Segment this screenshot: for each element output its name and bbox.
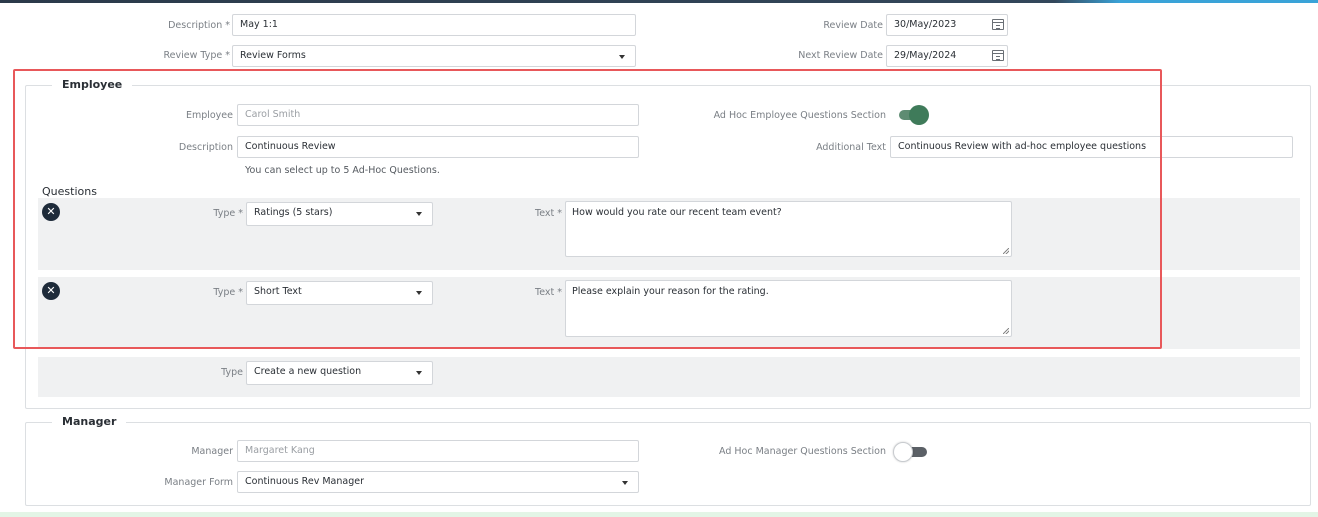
- calendar-icon[interactable]: [992, 19, 1004, 30]
- bottom-status-bar: [0, 512, 1318, 517]
- adhoc-manager-label: Ad Hoc Manager Questions Section: [719, 446, 886, 457]
- manager-legend: Manager: [52, 415, 127, 428]
- highlight-box: [13, 69, 1162, 349]
- new-question-type-label: Type: [221, 367, 243, 378]
- adhoc-manager-toggle[interactable]: [893, 442, 927, 462]
- next-review-date-value: 29/May/2024: [894, 50, 957, 61]
- review-date-input[interactable]: 30/May/2023: [886, 14, 1008, 36]
- review-date-label: Review Date: [823, 20, 883, 31]
- manager-input: Margaret Kang: [237, 440, 639, 462]
- calendar-icon[interactable]: [992, 50, 1004, 61]
- review-date-value: 30/May/2023: [894, 19, 957, 30]
- top-accent-bar: [0, 0, 1318, 3]
- next-review-date-input[interactable]: 29/May/2024: [886, 45, 1008, 67]
- description-input[interactable]: May 1:1: [232, 14, 636, 36]
- manager-form-label: Manager Form: [164, 477, 233, 488]
- manager-fieldset: [25, 422, 1311, 506]
- review-type-label: Review Type *: [163, 50, 230, 61]
- next-review-date-label: Next Review Date: [798, 50, 883, 61]
- manager-label: Manager: [191, 446, 233, 457]
- manager-form-select[interactable]: Continuous Rev Manager: [237, 471, 639, 493]
- review-type-select[interactable]: Review Forms: [232, 45, 636, 67]
- description-label: Description *: [168, 20, 230, 31]
- new-question-type-select[interactable]: Create a new question: [246, 361, 433, 385]
